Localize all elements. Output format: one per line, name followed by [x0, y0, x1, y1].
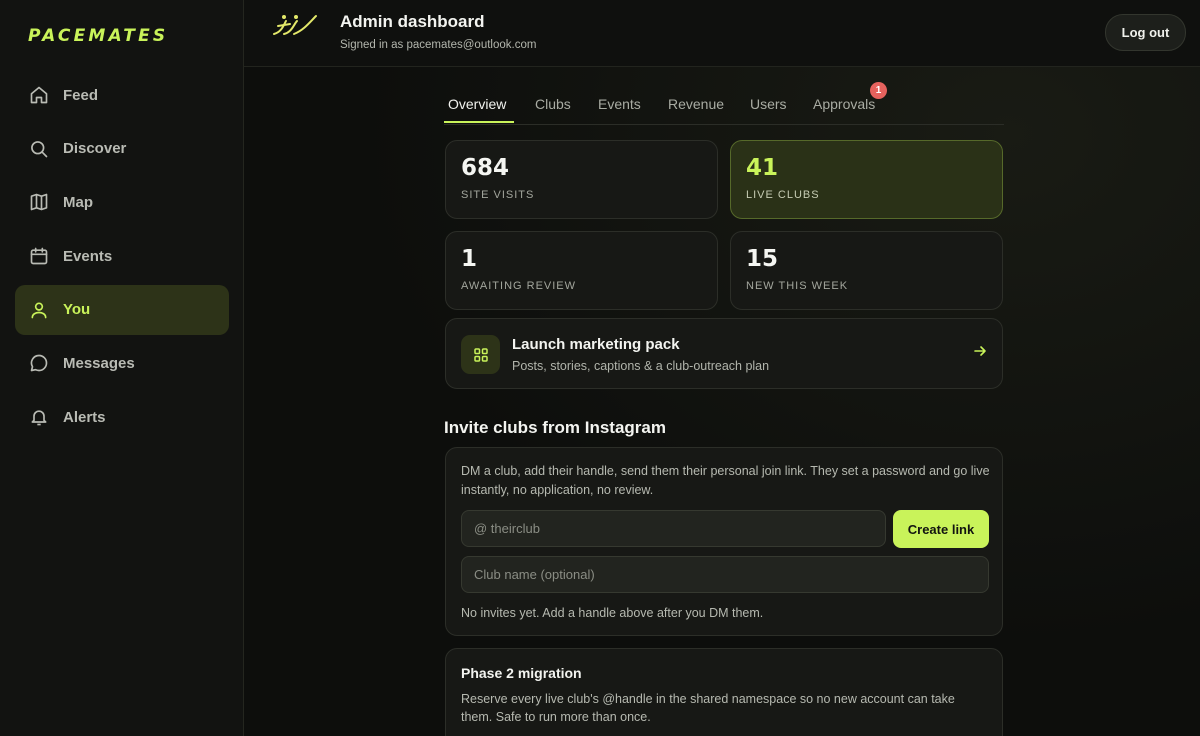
sidebar: PACEMATES Feed Discover Map Events You M… [0, 0, 244, 736]
approvals-count-badge: 1 [870, 82, 887, 99]
sidebar-item-messages[interactable]: Messages [15, 338, 229, 388]
stat-value: 15 [746, 246, 779, 272]
sidebar-item-feed[interactable]: Feed [15, 70, 229, 120]
runners-logo-icon [272, 12, 318, 38]
sidebar-item-label: Map [63, 193, 93, 211]
user-icon [29, 300, 49, 320]
stat-label: LIVE CLUBS [746, 189, 820, 201]
main-content: Overview Clubs Events Revenue Users Appr… [244, 67, 1200, 736]
tab-bar: Overview Clubs Events Revenue Users Appr… [444, 67, 1004, 125]
stat-card-new-this-week: 15 NEW THIS WEEK [730, 231, 1003, 310]
empty-invites-text: No invites yet. Add a handle above after… [461, 606, 764, 620]
calendar-icon [29, 246, 49, 266]
sidebar-item-alerts[interactable]: Alerts [15, 392, 229, 442]
migration-description: Reserve every live club's @handle in the… [461, 692, 955, 724]
sidebar-nav: Feed Discover Map Events You Messages Al… [15, 70, 229, 446]
chat-icon [29, 353, 49, 373]
active-tab-indicator [444, 121, 514, 123]
tab-overview[interactable]: Overview [448, 96, 506, 112]
stat-value: 1 [461, 246, 478, 272]
stat-value: 41 [746, 155, 779, 181]
club-name-input[interactable]: Club name (optional) [461, 556, 989, 593]
home-icon [29, 85, 49, 105]
stat-label: AWAITING REVIEW [461, 280, 577, 292]
invite-section-title: Invite clubs from Instagram [444, 418, 666, 437]
grid-icon [461, 335, 500, 374]
tab-users[interactable]: Users [750, 96, 787, 112]
handle-input[interactable]: @ theirclub [461, 510, 886, 547]
create-link-button[interactable]: Create link [893, 510, 989, 548]
migration-card: Phase 2 migration Reserve every live clu… [445, 648, 1003, 736]
stat-label: NEW THIS WEEK [746, 280, 849, 292]
sidebar-item-events[interactable]: Events [15, 231, 229, 281]
tab-clubs[interactable]: Clubs [535, 96, 571, 112]
page-title: Admin dashboard [340, 12, 485, 31]
stat-card-site-visits: 684 SITE VISITS [445, 140, 718, 219]
sidebar-item-label: Discover [63, 140, 127, 158]
marketing-pack-card[interactable]: Launch marketing pack Posts, stories, ca… [445, 318, 1003, 389]
top-header: Admin dashboard Signed in as pacemates@o… [244, 0, 1200, 67]
bell-icon [29, 407, 49, 427]
marketing-pack-title: Launch marketing pack [512, 336, 680, 353]
sidebar-item-discover[interactable]: Discover [15, 124, 229, 174]
sidebar-item-label: Messages [63, 354, 135, 372]
map-icon [29, 192, 49, 212]
logout-button[interactable]: Log out [1105, 14, 1186, 51]
arrow-right-icon[interactable] [972, 343, 988, 359]
invite-card: DM a club, add their handle, send them t… [445, 447, 1003, 636]
sidebar-item-label: Feed [63, 86, 99, 104]
sidebar-item-label: Alerts [63, 408, 106, 426]
marketing-pack-subtitle: Posts, stories, captions & a club-outrea… [512, 359, 770, 373]
stat-value: 684 [461, 155, 510, 181]
tab-approvals[interactable]: Approvals [813, 96, 875, 112]
search-icon [29, 139, 49, 159]
tab-events[interactable]: Events [598, 96, 641, 112]
stat-card-live-clubs[interactable]: 41 LIVE CLUBS [730, 140, 1003, 219]
migration-title: Phase 2 migration [461, 665, 582, 681]
sidebar-item-you[interactable]: You [15, 284, 229, 335]
brand-logo[interactable]: PACEMATES [28, 26, 168, 46]
stat-label: SITE VISITS [461, 189, 535, 201]
sidebar-item-map[interactable]: Map [15, 177, 229, 227]
sidebar-item-label: Events [63, 247, 113, 265]
signed-in-text: Signed in as pacemates@outlook.com [340, 39, 537, 51]
tab-revenue[interactable]: Revenue [668, 96, 724, 112]
stat-card-awaiting-review[interactable]: 1 AWAITING REVIEW [445, 231, 718, 310]
sidebar-item-label: You [63, 301, 91, 319]
invite-description: DM a club, add their handle, send them t… [461, 464, 990, 497]
